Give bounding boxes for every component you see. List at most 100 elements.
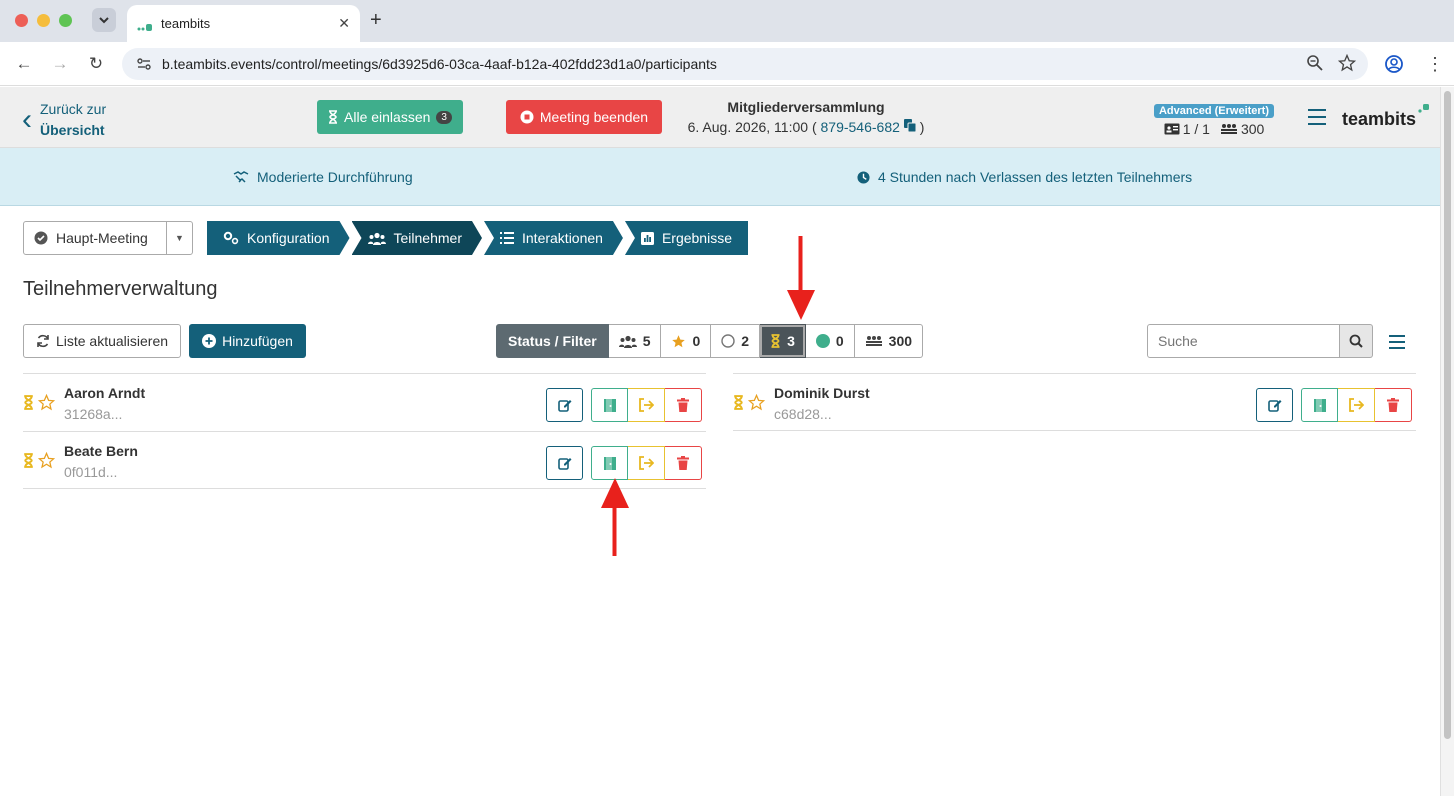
move-participant-button[interactable] [628,446,665,480]
browser-tab[interactable]: teambits ✕ [127,5,360,42]
rooms-icon [1164,123,1180,135]
hourglass-icon [734,395,743,410]
meeting-code-link[interactable]: 879-546-682 [821,119,900,135]
browser-menu-icon[interactable]: ⋮ [1426,54,1444,75]
step-interaktionen[interactable]: Interaktionen [484,221,623,255]
meeting-select[interactable]: Haupt-Meeting ▼ [23,221,193,255]
annotation-arrow-up-icon [601,478,629,556]
plan-badge: Advanced (Erweitert) [1153,104,1275,118]
address-bar[interactable]: b.teambits.events/control/meetings/6d392… [122,48,1368,80]
edit-icon [557,400,571,412]
online-dot-icon [815,334,830,348]
refresh-list-button[interactable]: Liste aktualisieren [23,324,181,358]
meeting-info: Mitgliederversammlung 6. Aug. 2026, 11:0… [676,99,936,135]
main-menu-icon[interactable] [1308,109,1326,125]
filter-capacity[interactable]: 300 [854,324,924,358]
star-outline-icon[interactable] [38,394,55,411]
participant-name: Beate Bern [64,443,138,459]
meeting-select-value: Haupt-Meeting [56,230,148,246]
forward-arrow-icon[interactable]: → [50,54,70,74]
move-participant-button[interactable] [628,388,665,422]
end-meeting-label: Meeting beenden [539,109,649,125]
filter-all[interactable]: 5 [608,324,662,358]
zoom-icon[interactable] [1306,54,1324,72]
chart-icon [640,231,654,245]
step-ergebnisse[interactable]: Ergebnisse [624,221,748,255]
participant-id: c68d28... [774,406,832,422]
end-meeting-button[interactable]: Meeting beenden [506,100,662,134]
refresh-icon [37,334,49,348]
window-close-button[interactable] [15,14,28,27]
tab-search-button[interactable] [92,8,116,32]
moderated-mode-info: Moderierte Durchführung [233,169,413,185]
annotation-arrow-down-icon [787,236,815,320]
admit-participant-button[interactable] [591,388,628,422]
profile-icon[interactable] [1384,54,1404,74]
sign-out-icon [639,398,654,412]
reload-icon[interactable]: ↻ [86,54,106,74]
page-title: Teilnehmerverwaltung [23,278,218,300]
window-minimize-button[interactable] [37,14,50,27]
handshake-icon [233,171,249,183]
admit-all-label: Alle einlassen [344,109,431,125]
meeting-title: Mitgliederversammlung [727,99,885,115]
search-input[interactable] [1147,324,1340,358]
door-open-icon [1313,398,1326,412]
meeting-date: 6. Aug. 2026, 11:00 [687,119,809,135]
step-teilnehmer[interactable]: Teilnehmer [352,221,482,255]
hourglass-icon [24,395,33,410]
participant-row: Dominik Durst c68d28... [733,373,1416,431]
admit-participant-button[interactable] [1301,388,1338,422]
list-icon [500,232,514,244]
page-scrollbar[interactable] [1440,87,1454,796]
tab-close-icon[interactable]: ✕ [338,15,350,32]
teambits-logo[interactable]: teambits [1342,104,1429,130]
back-to-overview-link[interactable]: ‹ Zurück zur Übersicht [22,99,106,141]
back-line1: Zurück zur [40,101,107,117]
list-options-menu-icon[interactable] [1389,335,1405,353]
delete-participant-button[interactable] [1375,388,1412,422]
check-circle-icon [34,231,48,245]
edit-participant-button[interactable] [546,388,583,422]
edit-participant-button[interactable] [546,446,583,480]
filter-waiting[interactable]: 3 [760,324,806,358]
app-header: ‹ Zurück zur Übersicht Alle einlassen 3 … [0,87,1440,148]
logo-dots-icon [1418,104,1429,113]
move-participant-button[interactable] [1338,388,1375,422]
search-button[interactable] [1340,324,1373,358]
capacity-icon [865,336,882,346]
delete-participant-button[interactable] [665,446,702,480]
step-konfiguration[interactable]: Konfiguration [207,221,350,255]
filter-online[interactable]: 0 [805,324,855,358]
star-icon [672,334,686,347]
scrollbar-thumb[interactable] [1444,91,1451,739]
delete-participant-button[interactable] [665,388,702,422]
filter-starred[interactable]: 0 [661,324,712,358]
admit-participant-button[interactable] [591,446,628,480]
add-participant-button[interactable]: Hinzufügen [189,324,306,358]
edit-icon [1267,400,1281,412]
caret-down-icon[interactable]: ▼ [166,222,192,254]
url-text: b.teambits.events/control/meetings/6d392… [162,56,717,72]
copy-icon[interactable] [903,119,917,133]
star-outline-icon[interactable] [38,452,55,469]
window-zoom-button[interactable] [59,14,72,27]
participant-list-right: Dominik Durst c68d28... [733,373,1416,431]
sign-out-icon [639,456,654,470]
trash-icon [1387,398,1399,412]
plan-capacity: 300 [1240,121,1265,137]
new-tab-icon[interactable]: + [370,9,382,32]
status-filter-group: Status / Filter 5 0 2 3 0 300 [496,324,924,358]
admit-all-count-badge: 3 [436,110,452,124]
admit-all-button[interactable]: Alle einlassen 3 [317,100,463,134]
bookmark-star-icon[interactable] [1338,54,1356,72]
filter-offline[interactable]: 2 [711,324,761,358]
stop-circle-icon [520,110,534,124]
participant-name: Aaron Arndt [64,385,146,401]
trash-icon [677,398,689,412]
site-settings-icon[interactable] [136,56,152,72]
plan-rooms: 1 / 1 [1182,121,1210,137]
edit-participant-button[interactable] [1256,388,1293,422]
back-arrow-icon[interactable]: ← [14,54,34,74]
star-outline-icon[interactable] [748,394,765,411]
